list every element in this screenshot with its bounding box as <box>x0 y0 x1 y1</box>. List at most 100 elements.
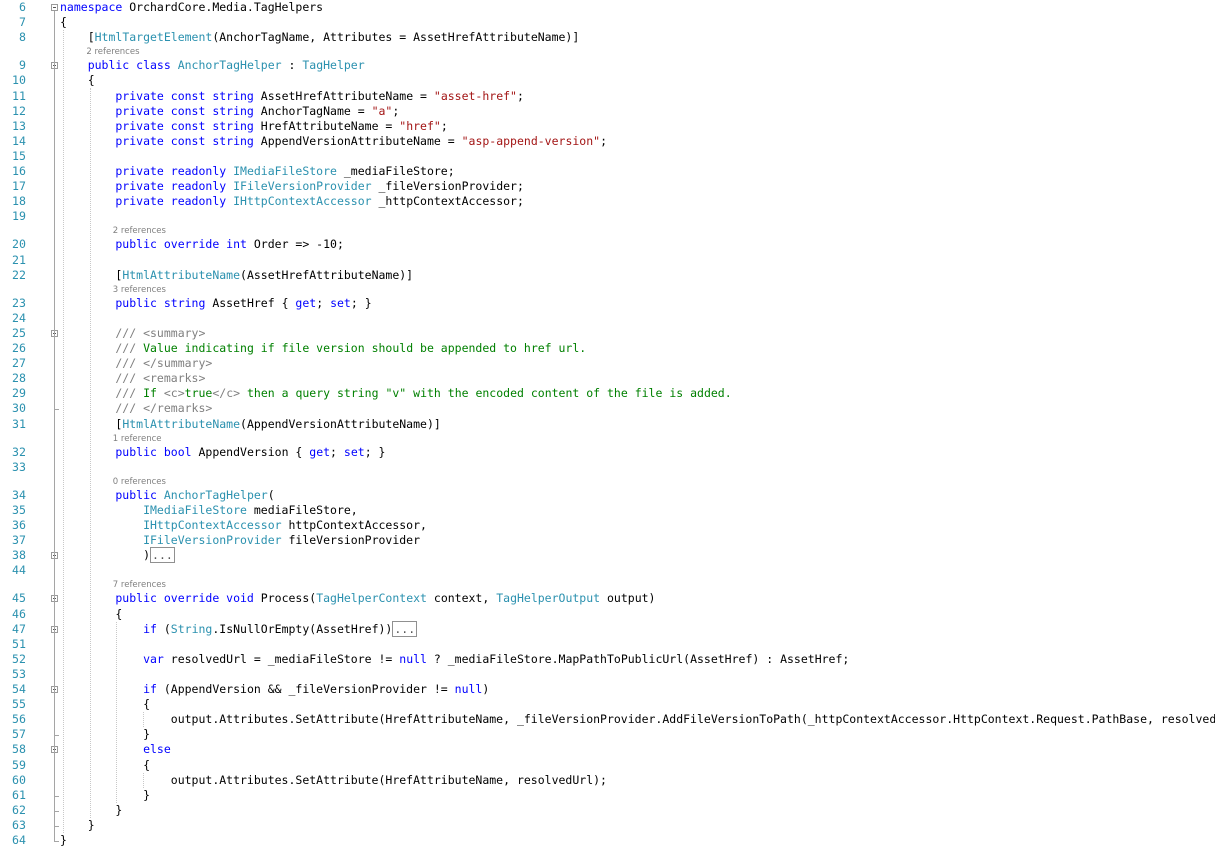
code-text[interactable]: if (AppendVersion && _fileVersionProvide… <box>60 682 489 697</box>
indent-guide <box>90 88 91 818</box>
code-token: true <box>184 386 213 401</box>
code-text[interactable]: )... <box>60 547 175 564</box>
line-number: 36 <box>12 518 26 532</box>
codelens-references[interactable]: 3 references <box>113 285 166 295</box>
collapse-region-icon[interactable] <box>51 4 58 11</box>
code-token: (AssetHrefAttributeName)] <box>240 267 414 282</box>
code-text[interactable]: private const string AnchorTagName = "a"… <box>60 104 399 119</box>
code-token: ; <box>600 133 608 148</box>
code-text[interactable]: { <box>60 697 150 712</box>
code-line: 16 private readonly IMediaFileStore _med… <box>0 164 1215 179</box>
line-number: 13 <box>12 118 26 133</box>
code-text[interactable]: } <box>60 803 122 818</box>
code-text[interactable]: public bool AppendVersion { get; set; } <box>60 445 385 460</box>
line-number: 61 <box>12 787 26 802</box>
code-token: set <box>343 444 365 459</box>
code-token: HtmlTargetElement <box>94 30 213 45</box>
code-line: 60 output.Attributes.SetAttribute(HrefAt… <box>0 773 1215 788</box>
line-number: 12 <box>12 103 26 118</box>
code-text[interactable]: /// </summary> <box>60 356 212 371</box>
code-text[interactable]: var resolvedUrl = _mediaFileStore != nul… <box>60 652 849 667</box>
code-text[interactable]: [HtmlAttributeName(AppendVersionAttribut… <box>60 416 440 432</box>
code-token: context, <box>426 591 497 606</box>
code-line: 52 var resolvedUrl = _mediaFileStore != … <box>0 652 1215 667</box>
code-text[interactable]: /// If <c>true</c> then a query string "… <box>60 386 731 401</box>
code-text[interactable]: private readonly IMediaFileStore _mediaF… <box>60 164 454 179</box>
code-text[interactable]: [HtmlAttributeName(AssetHrefAttributeNam… <box>60 268 413 283</box>
code-token: IMediaFileStore <box>233 164 337 178</box>
code-editor[interactable]: 6 namespace OrchardCore.Media.TagHelpers 7… <box>0 0 1215 847</box>
code-line: 64} <box>0 833 1215 848</box>
code-text[interactable]: private readonly IFileVersionProvider _f… <box>60 179 524 194</box>
code-token: } <box>60 802 123 817</box>
code-line: 33 <box>0 460 1215 475</box>
line-number: 64 <box>12 833 26 847</box>
line-number: 52 <box>12 651 26 666</box>
code-text[interactable]: /// <remarks> <box>60 371 205 386</box>
code-token: (AnchorTagName, Attributes = AssetHrefAt… <box>212 30 580 45</box>
code-text[interactable]: { <box>60 15 67 30</box>
code-text[interactable]: private const string AppendVersionAttrib… <box>60 134 607 149</box>
code-token: public <box>60 487 164 502</box>
collapsed-region-indicator[interactable]: ... <box>150 547 175 564</box>
outlining-line <box>54 753 55 797</box>
line-number: 26 <box>12 341 26 355</box>
line-number: 35 <box>12 502 26 517</box>
code-text[interactable]: } <box>60 818 95 833</box>
code-token: "asset-href" <box>433 88 517 103</box>
line-number: 44 <box>12 563 26 578</box>
line-number: 45 <box>12 591 26 606</box>
code-token: IFileVersionProvider <box>233 179 372 194</box>
code-text[interactable]: output.Attributes.SetAttribute(HrefAttri… <box>60 712 1215 727</box>
code-token: (AppendVersion && _fileVersionProvider !… <box>163 682 455 696</box>
line-number: 34 <box>12 487 26 502</box>
line-number: 62 <box>12 802 26 817</box>
code-text[interactable]: public override int Order => -10; <box>60 237 344 252</box>
code-token: null <box>399 651 427 666</box>
code-line: 38 )... <box>0 547 1215 564</box>
code-text[interactable]: public string AssetHref { get; set; } <box>60 296 371 311</box>
collapsed-region-indicator[interactable]: ... <box>392 620 418 637</box>
code-text[interactable]: { <box>60 758 150 773</box>
code-text[interactable]: } <box>60 833 67 848</box>
code-line: 53 <box>0 667 1215 682</box>
codelens-references[interactable]: 2 references <box>113 226 166 236</box>
code-line: 7{ <box>0 15 1215 30</box>
code-line: 15 <box>0 149 1215 164</box>
code-token: ; } <box>364 444 386 459</box>
code-text[interactable]: { <box>60 607 122 622</box>
code-text[interactable]: public override void Process(TagHelperCo… <box>60 591 655 606</box>
code-text[interactable]: public AnchorTagHelper( <box>60 487 274 503</box>
code-token: /// </remarks> <box>60 401 213 416</box>
code-text[interactable]: public class AnchorTagHelper : TagHelper <box>60 58 365 73</box>
code-line: 11 private const string AssetHrefAttribu… <box>0 89 1215 104</box>
code-text[interactable]: if (String.IsNullOrEmpty(AssetHref))... <box>60 620 418 637</box>
line-number: 31 <box>12 416 26 431</box>
code-text[interactable]: private readonly IHttpContextAccessor _h… <box>60 194 524 209</box>
code-token: public bool <box>60 444 199 459</box>
code-text[interactable]: IHttpContextAccessor httpContextAccessor… <box>60 518 427 533</box>
code-token: HtmlAttributeName <box>122 416 241 431</box>
line-number: 33 <box>12 459 26 474</box>
codelens-references[interactable]: 1 reference <box>113 434 162 444</box>
code-text[interactable]: /// </remarks> <box>60 401 212 416</box>
outlining-end-tick <box>54 795 59 797</box>
code-text[interactable]: } <box>60 788 150 803</box>
code-token: private readonly <box>60 194 234 209</box>
code-text[interactable]: } <box>60 727 150 742</box>
codelens-references[interactable]: 0 references <box>113 477 166 487</box>
code-token: fileVersionProvider <box>281 533 421 548</box>
code-text[interactable]: /// <summary> <box>60 326 205 341</box>
codelens-references[interactable]: 7 references <box>113 580 166 590</box>
line-number: 24 <box>12 310 26 325</box>
code-text[interactable]: namespace OrchardCore.Media.TagHelpers <box>60 0 323 15</box>
codelens-references[interactable]: 2 references <box>86 47 139 57</box>
code-text[interactable]: [HtmlTargetElement(AnchorTagName, Attrib… <box>60 30 580 45</box>
code-line: 59 { <box>0 758 1215 773</box>
code-text[interactable]: /// Value indicating if file version sho… <box>60 341 586 356</box>
code-text[interactable]: private const string HrefAttributeName =… <box>60 119 447 134</box>
code-text[interactable]: IFileVersionProvider fileVersionProvider <box>60 533 420 548</box>
code-text[interactable]: { <box>60 73 95 88</box>
code-text[interactable]: IMediaFileStore mediaFileStore, <box>60 503 358 518</box>
code-text[interactable]: private const string AssetHrefAttributeN… <box>60 89 524 104</box>
